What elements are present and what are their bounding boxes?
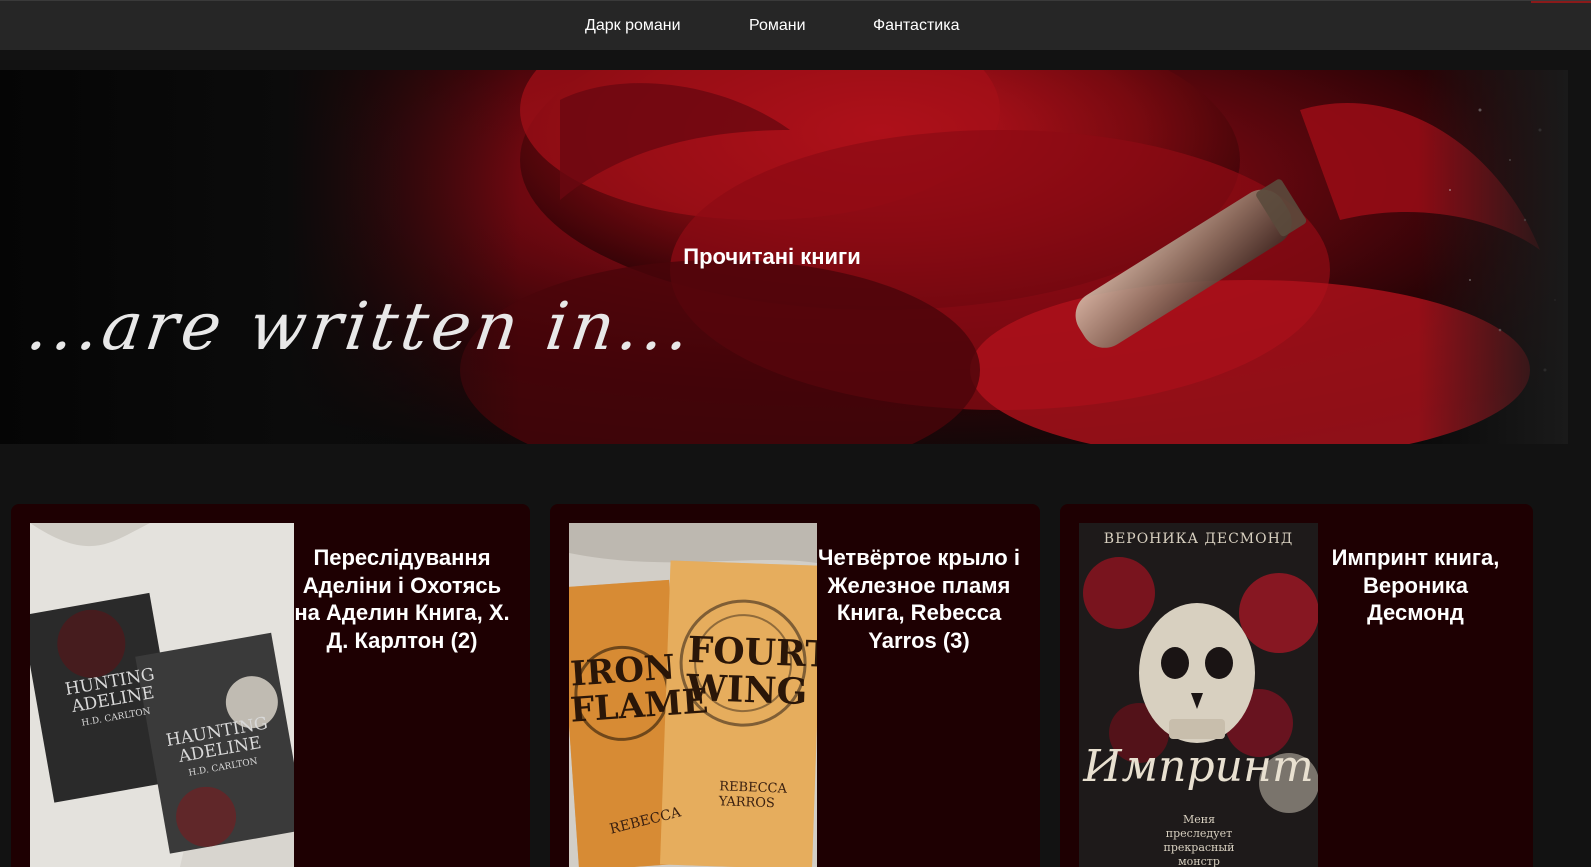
nav-item-dark-romance[interactable]: Дарк романи xyxy=(585,17,681,35)
book-title[interactable]: Переслідування Аделіни і Охотясь на Адел… xyxy=(294,544,510,654)
book-card[interactable]: IRON FLAME REBECCA FOURTH WING REBECCA Y… xyxy=(550,504,1040,867)
book-cover-image[interactable]: IRON FLAME REBECCA FOURTH WING REBECCA Y… xyxy=(569,523,817,867)
book-card[interactable]: ВЕРОНИКА ДЕСМОНД Импринт Меня преследует… xyxy=(1060,504,1533,867)
book-title[interactable]: Импринт книга, Вероника Десмонд xyxy=(1318,544,1513,627)
cover-text: WING xyxy=(685,666,808,714)
hero-script-text: ...are written in... xyxy=(22,288,699,365)
nav-item-romance[interactable]: Романи xyxy=(749,17,806,35)
book-cover-image[interactable]: HUNTING ADELINE H.D. CARLTON HAUNTING AD… xyxy=(30,523,294,867)
book-title[interactable]: Четвёртое крыло і Железное пламя Книга, … xyxy=(817,544,1021,654)
cover-author: REBECCA YARROS xyxy=(718,779,788,812)
cover-title: Импринт xyxy=(1083,741,1314,792)
nav-accent-line xyxy=(1531,1,1591,3)
cover-author: ВЕРОНИКА ДЕСМОНД xyxy=(1103,531,1294,547)
cover-text: FLAME xyxy=(569,681,710,731)
page-title: Прочитані книги xyxy=(683,244,861,269)
hero-banner: ...are written in... Прочитані книги xyxy=(0,70,1568,444)
nav-item-fantasy[interactable]: Фантастика xyxy=(873,17,959,35)
book-card[interactable]: HUNTING ADELINE H.D. CARLTON HAUNTING AD… xyxy=(11,504,530,867)
cover-tagline: Меня преследует прекрасный монстр xyxy=(1163,813,1235,867)
book-cover-image[interactable]: ВЕРОНИКА ДЕСМОНД Импринт Меня преследует… xyxy=(1079,523,1318,867)
top-navigation: Дарк романи Романи Фантастика xyxy=(0,0,1591,50)
